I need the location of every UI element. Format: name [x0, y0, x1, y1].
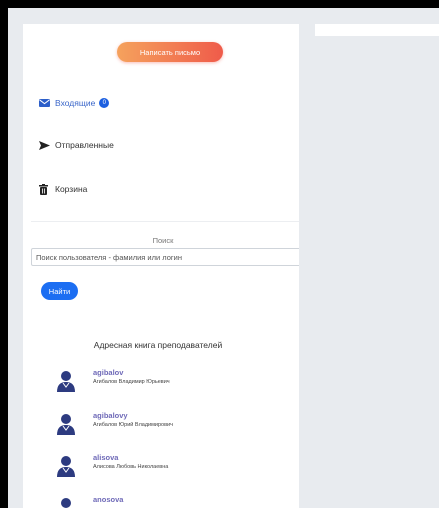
contact-list-item[interactable]: anosova	[57, 495, 277, 508]
user-search-input[interactable]: Поиск пользователя - фамилия или логин	[31, 248, 299, 266]
send-icon	[39, 140, 53, 150]
user-avatar-icon	[57, 455, 75, 477]
user-avatar-icon	[57, 497, 75, 508]
search-heading: Поиск	[152, 236, 174, 245]
divider	[31, 221, 299, 222]
contact-login: agibalov	[93, 368, 124, 377]
unread-count-badge: 0	[99, 98, 110, 108]
contact-login: alisova	[93, 453, 119, 462]
contact-list-item[interactable]: agibalovy Агибалов Юрий Владимирович	[57, 411, 277, 441]
folder-trash-label: Корзина	[55, 184, 88, 194]
contact-list-item[interactable]: agibalov Агибалов Владимир Юрьевич	[57, 368, 277, 398]
trash-icon	[39, 183, 53, 195]
find-button[interactable]: Найти	[41, 282, 78, 300]
content-header-strip	[315, 24, 439, 36]
contact-login: agibalovy	[93, 411, 128, 420]
mail-app: Написать письмо Входящие 0 Отправленные …	[8, 8, 439, 508]
user-avatar-icon	[57, 413, 75, 435]
compose-button[interactable]: Написать письмо	[117, 42, 223, 62]
folder-sent[interactable]: Отправленные	[39, 137, 114, 153]
user-avatar-icon	[57, 370, 75, 392]
contact-fullname: Агибалов Владимир Юрьевич	[93, 379, 170, 385]
contact-login: anosova	[93, 495, 124, 504]
folder-inbox-label: Входящие	[55, 98, 96, 108]
contact-fullname: Алисова Любовь Николаевна	[93, 464, 169, 470]
folder-trash[interactable]: Корзина	[39, 181, 87, 197]
folder-sent-label: Отправленные	[55, 140, 114, 150]
contact-list-item[interactable]: alisova Алисова Любовь Николаевна	[57, 453, 277, 483]
sidebar: Написать письмо Входящие 0 Отправленные …	[23, 24, 299, 508]
folder-inbox[interactable]: Входящие 0	[39, 95, 110, 111]
envelope-icon	[39, 99, 53, 107]
contact-fullname: Агибалов Юрий Владимирович	[93, 422, 173, 428]
address-book-title: Адресная книга преподавателей	[93, 340, 223, 350]
